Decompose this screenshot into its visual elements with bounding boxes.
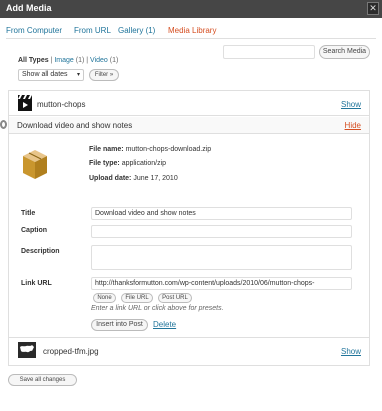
media-detail-title: Download video and show notes [17, 121, 133, 130]
link-url-field[interactable]: http://thanksformutton.com/wp-content/up… [91, 277, 352, 290]
upload-date-info: Upload date: June 17, 2010 [89, 175, 178, 182]
hide-link[interactable]: Hide [345, 121, 361, 130]
video-clapper-icon [18, 95, 32, 111]
filter-image[interactable]: Image [54, 57, 73, 64]
type-filter: All Types | Image (1) | Video (1) [18, 57, 118, 64]
title-field[interactable]: Download video and show notes [91, 207, 352, 220]
window-titlebar: Add Media ✕ [0, 0, 382, 18]
chevron-down-icon: ▾ [76, 72, 80, 78]
file-type-label: File type: [89, 160, 120, 167]
url-none-button[interactable]: None [93, 293, 116, 303]
media-detail-header: Download video and show notes Hide [9, 117, 369, 134]
link-url-hint: Enter a link URL or click above for pres… [91, 305, 224, 312]
filter-button[interactable]: Filter » [89, 69, 119, 81]
tab-media-library[interactable]: Media Library [168, 26, 216, 35]
insert-into-post-button[interactable]: Insert into Post [91, 319, 148, 331]
description-label: Description [21, 248, 60, 255]
show-link[interactable]: Show [341, 347, 361, 356]
file-name-value: mutton-chops-download.zip [125, 146, 212, 153]
description-field[interactable] [91, 245, 352, 270]
file-name-info: File name: mutton-chops-download.zip [89, 146, 211, 153]
show-link[interactable]: Show [341, 100, 361, 109]
title-label: Title [21, 210, 36, 217]
media-item-name: mutton-chops [37, 100, 86, 109]
media-item-mutton-chops: mutton-chops Show [9, 91, 369, 116]
filter-video[interactable]: Video [90, 57, 108, 64]
filter-video-count: (1) [109, 57, 119, 64]
zip-archive-icon [23, 150, 47, 179]
upload-date-value: June 17, 2010 [133, 175, 178, 182]
post-url-button[interactable]: Post URL [158, 293, 192, 303]
media-item-name: cropped-tfm.jpg [43, 347, 99, 356]
tab-from-url[interactable]: From URL [74, 26, 111, 35]
file-url-button[interactable]: File URL [121, 293, 153, 303]
tab-from-computer[interactable]: From Computer [6, 26, 62, 35]
file-name-label: File name: [89, 146, 124, 153]
date-filter-value: Show all dates [22, 71, 68, 78]
filter-all-types[interactable]: All Types [18, 57, 49, 64]
caption-label: Caption [21, 227, 48, 234]
resize-handle-icon[interactable] [0, 120, 7, 129]
file-type-info: File type: application/zip [89, 160, 166, 167]
media-item-cropped-tfm: cropped-tfm.jpg Show [9, 337, 369, 362]
search-input[interactable] [223, 45, 315, 59]
caption-field[interactable] [91, 225, 352, 238]
upload-date-label: Upload date: [89, 175, 132, 182]
close-icon[interactable]: ✕ [367, 2, 379, 15]
media-tabs: From Computer From URL Gallery (1) Media… [6, 18, 376, 39]
link-url-label: Link URL [21, 280, 52, 287]
window-title: Add Media [6, 3, 52, 13]
media-list: mutton-chops Show Download video and sho… [8, 90, 370, 366]
tab-gallery[interactable]: Gallery (1) [118, 26, 155, 35]
image-thumbnail-icon [18, 342, 36, 358]
search-media-button[interactable]: Search Media [319, 45, 370, 59]
date-filter-select[interactable]: Show all dates ▾ [18, 69, 84, 81]
save-all-changes-button[interactable]: Save all changes [8, 374, 77, 386]
file-type-value: application/zip [121, 160, 167, 167]
delete-link[interactable]: Delete [153, 320, 176, 329]
